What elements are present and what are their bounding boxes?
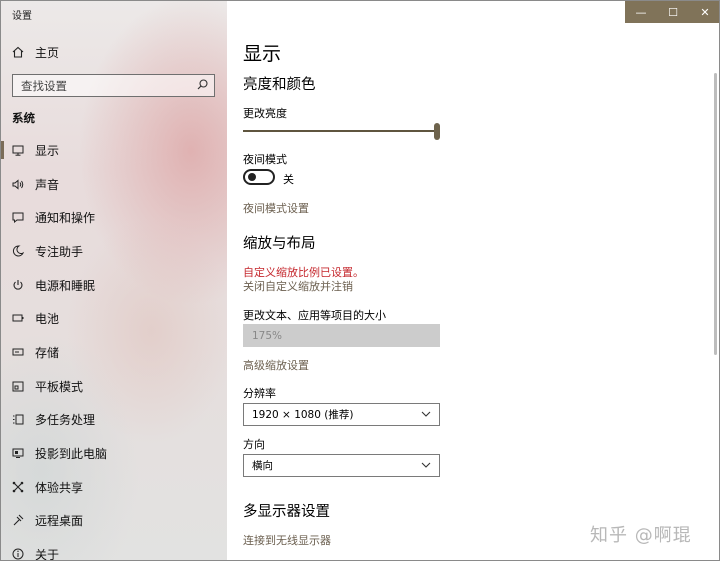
speaker-icon	[1, 178, 35, 190]
sidebar-item-notifications[interactable]: 通知和操作	[1, 201, 227, 233]
brightness-section-heading: 亮度和颜色	[243, 77, 316, 93]
project-icon	[1, 448, 35, 459]
night-light-settings-link[interactable]: 夜间模式设置	[243, 200, 309, 216]
sidebar-item-label: 主页	[35, 45, 60, 60]
tablet-icon	[1, 381, 35, 392]
sidebar-item-label: 声音	[35, 177, 60, 192]
advanced-scaling-link[interactable]: 高级缩放设置	[243, 357, 309, 373]
orientation-dropdown[interactable]: 横向	[243, 454, 440, 477]
sidebar-item-sound[interactable]: 声音	[1, 168, 227, 200]
multi-display-section-heading: 多显示器设置	[243, 504, 330, 520]
sidebar-item-label: 电池	[35, 311, 60, 326]
main-scrollbar[interactable]	[714, 73, 717, 355]
sidebar-item-power[interactable]: 电源和睡眠	[1, 269, 227, 301]
brightness-label: 更改亮度	[243, 107, 287, 120]
shared-experiences-icon	[1, 481, 35, 493]
sidebar-item-label: 关于	[35, 547, 60, 561]
night-light-toggle[interactable]	[243, 169, 275, 185]
sidebar-item-label: 投影到此电脑	[35, 446, 108, 461]
brightness-slider-thumb[interactable]	[434, 123, 440, 140]
search-icon[interactable]	[197, 78, 208, 93]
sidebar-item-focus-assist[interactable]: 专注助手	[1, 235, 227, 267]
storage-icon	[1, 348, 35, 356]
sidebar-item-remote-desktop[interactable]: 远程桌面	[1, 504, 227, 536]
power-icon	[1, 279, 35, 291]
sidebar-item-multitasking[interactable]: 多任务处理	[1, 403, 227, 435]
battery-icon	[1, 314, 35, 322]
sidebar-item-display[interactable]: 显示	[1, 134, 227, 166]
sidebar-item-label: 专注助手	[35, 244, 84, 259]
orientation-value: 横向	[252, 460, 273, 472]
chevron-down-icon	[421, 410, 431, 420]
focus-assist-icon	[1, 245, 35, 257]
custom-scale-signout-link[interactable]: 关闭自定义缩放并注销	[243, 278, 353, 294]
toggle-knob	[248, 173, 256, 181]
sidebar-item-project[interactable]: 投影到此电脑	[1, 437, 227, 469]
resolution-label: 分辨率	[243, 387, 276, 400]
settings-window: 设置 主页 系统 显示 声音	[0, 0, 720, 561]
chevron-down-icon	[421, 461, 431, 471]
main-content: 显示 亮度和颜色 更改亮度 夜间模式 关 夜间模式设置 缩放与布局 自定义缩放比…	[227, 1, 719, 560]
page-title: 显示	[243, 43, 282, 65]
resolution-dropdown[interactable]: 1920 × 1080 (推荐)	[243, 403, 440, 426]
section-label-system: 系统	[12, 111, 35, 125]
night-light-state: 关	[283, 173, 294, 186]
app-title: 设置	[12, 11, 32, 22]
search-input[interactable]	[21, 78, 191, 93]
home-icon	[1, 46, 35, 58]
sidebar-item-label: 平板模式	[35, 379, 84, 394]
sidebar-item-about[interactable]: 关于	[1, 538, 227, 561]
scale-section-heading: 缩放与布局	[243, 236, 316, 252]
sidebar: 设置 主页 系统 显示 声音	[1, 1, 227, 561]
text-size-value: 175%	[252, 329, 283, 342]
resolution-value: 1920 × 1080 (推荐)	[252, 409, 354, 421]
text-size-dropdown: 175%	[243, 324, 440, 347]
notification-icon	[1, 212, 35, 223]
sidebar-item-home[interactable]: 主页	[1, 36, 227, 68]
sidebar-item-storage[interactable]: 存储	[1, 336, 227, 368]
wireless-display-link[interactable]: 连接到无线显示器	[243, 532, 331, 548]
night-light-label: 夜间模式	[243, 153, 287, 166]
remote-desktop-icon	[1, 514, 35, 526]
sidebar-item-label: 通知和操作	[35, 210, 96, 225]
sidebar-item-tablet-mode[interactable]: 平板模式	[1, 370, 227, 402]
sidebar-item-label: 显示	[35, 143, 60, 158]
multitasking-icon	[1, 414, 35, 425]
sidebar-item-label: 存储	[35, 345, 60, 360]
text-size-label: 更改文本、应用等项目的大小	[243, 309, 386, 322]
sidebar-item-shared-experiences[interactable]: 体验共享	[1, 471, 227, 503]
monitor-icon	[1, 145, 35, 156]
brightness-slider-track[interactable]	[243, 130, 435, 132]
sidebar-item-label: 多任务处理	[35, 412, 96, 427]
orientation-label: 方向	[243, 438, 265, 451]
sidebar-item-label: 远程桌面	[35, 513, 84, 528]
watermark: 知乎 @啊琨	[590, 525, 692, 546]
info-icon	[1, 548, 35, 560]
search-field[interactable]	[12, 74, 215, 97]
sidebar-item-label: 体验共享	[35, 480, 84, 495]
sidebar-item-label: 电源和睡眠	[35, 278, 96, 293]
sidebar-item-battery[interactable]: 电池	[1, 302, 227, 334]
